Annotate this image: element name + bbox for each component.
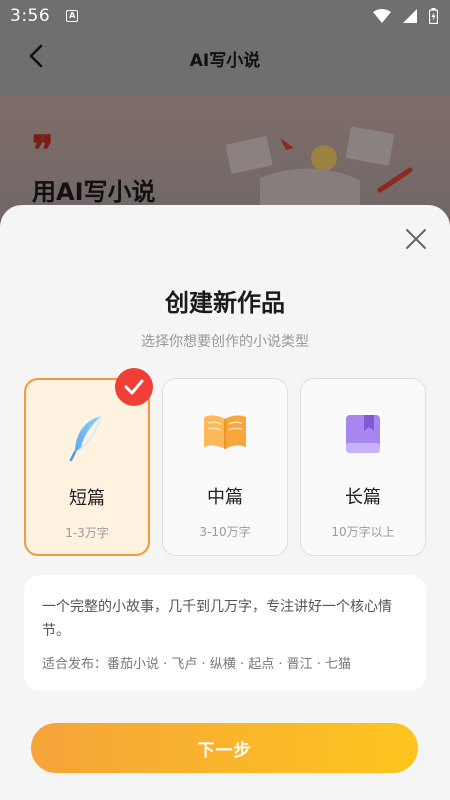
app-notification-icon: A: [66, 10, 79, 22]
quote-mark-icon: ❞: [32, 127, 54, 174]
banner-title: 用AI写小说: [32, 178, 156, 206]
checkmark-icon: [124, 379, 144, 395]
option-name: 中篇: [207, 487, 243, 508]
option-name: 长篇: [345, 487, 381, 508]
option-range: 1-3万字: [65, 526, 109, 540]
signal-icon: [403, 9, 417, 23]
battery-icon: [429, 8, 438, 24]
option-medium-story[interactable]: 中篇 3-10万字: [162, 378, 288, 556]
app-header: AI写小说: [0, 32, 450, 96]
status-time: 3:56: [10, 6, 51, 26]
card-icon-wrap: [163, 413, 287, 461]
page-title: AI写小说: [189, 51, 261, 71]
sheet-title: 创建新作品: [165, 289, 285, 317]
wifi-icon: [373, 9, 391, 23]
option-range: 3-10万字: [199, 525, 251, 539]
option-range: 10万字以上: [331, 525, 395, 539]
create-work-sheet: 创建新作品 选择你想要创作的小说类型 短篇 1-3万字 中篇 3-10万字 长篇…: [0, 205, 450, 800]
open-book-icon: [204, 415, 246, 449]
next-step-button[interactable]: 下一步: [31, 723, 418, 773]
bookmarked-book-icon: [346, 415, 380, 453]
selected-check-badge: [115, 368, 153, 406]
novel-type-options: 短篇 1-3万字 中篇 3-10万字 长篇 10万字以上: [24, 368, 426, 556]
option-short-story[interactable]: 短篇 1-3万字: [24, 368, 153, 556]
option-description: 一个完整的小故事，几千到几万字，专注讲好一个核心情节。: [42, 599, 392, 639]
banner-illustration: [225, 126, 413, 218]
card-icon-wrap: [301, 413, 425, 461]
card-icon-wrap: [26, 414, 148, 462]
status-left: 3:56 A: [10, 6, 79, 26]
option-name: 短篇: [69, 488, 105, 509]
close-icon: [406, 229, 426, 249]
status-bar: 3:56 A: [0, 0, 450, 32]
option-description-box: 一个完整的小故事，几千到几万字，专注讲好一个核心情节。 适合发布：番茄小说 · …: [24, 575, 426, 691]
sheet-subtitle: 选择你想要创作的小说类型: [141, 334, 309, 350]
status-right: [373, 8, 438, 24]
close-button[interactable]: [404, 227, 428, 251]
recommended-platforms: 适合发布：番茄小说 · 飞卢 · 纵横 · 起点 · 晋江 · 七猫: [42, 657, 351, 672]
option-long-story[interactable]: 长篇 10万字以上: [300, 378, 426, 556]
feather-icon: [69, 415, 102, 462]
